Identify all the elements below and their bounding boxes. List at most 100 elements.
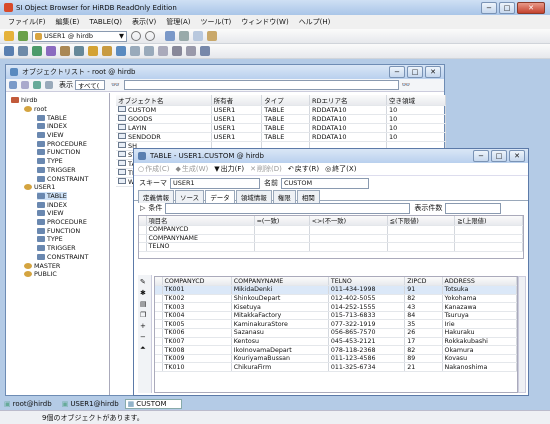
- table-cell[interactable]: [387, 242, 456, 252]
- table-cell[interactable]: RDDATA10: [309, 132, 388, 142]
- table-cell[interactable]: 011-123-4586: [328, 354, 406, 364]
- tree-item[interactable]: hirdb: [11, 96, 37, 105]
- column-header[interactable]: 項目名: [146, 216, 255, 226]
- tree-item[interactable]: TRIGGER: [37, 166, 76, 175]
- objwin-minimize-button[interactable]: −: [389, 66, 405, 78]
- table-cell[interactable]: Rokkakubashi: [442, 337, 517, 347]
- column-header[interactable]: TELNO: [328, 277, 406, 287]
- table-cell[interactable]: TK004: [162, 311, 232, 321]
- tree-item[interactable]: CONSTRAINT: [37, 253, 88, 262]
- table-cell[interactable]: [454, 225, 523, 235]
- column-header[interactable]: COMPANYNAME: [231, 277, 329, 287]
- copy-row-icon[interactable]: ❐: [140, 311, 149, 319]
- table-cell[interactable]: 82: [404, 294, 443, 304]
- table-row[interactable]: TK003 Kisetuya 014-252-1555 43 Kanazawa: [155, 302, 517, 312]
- tree-item[interactable]: VIEW: [37, 209, 64, 218]
- table-cell[interactable]: TABLE: [261, 132, 310, 142]
- taskbar-item-custom[interactable]: ▦ CUSTOM: [124, 398, 182, 409]
- table-cell[interactable]: IkoInovamaDepart: [231, 345, 329, 355]
- table-row[interactable]: SENDODR USER1 TABLE RDDATA10 10: [116, 132, 446, 142]
- table-row[interactable]: TK009 KouriyamaBussan 011-123-4586 89 Kovasu: [155, 354, 517, 364]
- table-cell[interactable]: [454, 234, 523, 244]
- tree-item[interactable]: PROCEDURE: [37, 140, 87, 149]
- table-cell[interactable]: 21: [404, 362, 443, 373]
- column-header[interactable]: =(一致): [254, 216, 310, 226]
- table-row[interactable]: GOODS USER1 TABLE RDDATA10 10: [116, 114, 446, 124]
- table-cell[interactable]: 014-252-1555: [328, 302, 406, 312]
- table-cell[interactable]: Kanazawa: [442, 302, 517, 312]
- table-cell[interactable]: TK002: [162, 294, 232, 304]
- table-cell[interactable]: LAYIN: [116, 123, 212, 133]
- taskbar-item-user1[interactable]: USER1@hirdb: [70, 400, 118, 408]
- table-cell[interactable]: USER1: [211, 132, 263, 142]
- tab-privileges[interactable]: 権限: [272, 190, 296, 203]
- find-next-icon[interactable]: 👓: [402, 81, 411, 89]
- menu-table[interactable]: TABLE(Q): [84, 18, 127, 26]
- list-view-icon[interactable]: [21, 81, 29, 89]
- tree-item[interactable]: USER1: [24, 183, 55, 192]
- play-icon[interactable]: ▷: [140, 204, 145, 212]
- binoculars-icon[interactable]: 👓: [111, 81, 120, 89]
- tree-item[interactable]: VIEW: [37, 131, 64, 140]
- output-button[interactable]: 出力(F): [221, 164, 245, 174]
- menu-tools[interactable]: ツール(T): [196, 17, 237, 27]
- tree-item[interactable]: INDEX: [37, 200, 67, 209]
- table-cell[interactable]: TABLE: [261, 123, 310, 133]
- column-header[interactable]: 空き領域: [386, 95, 446, 106]
- procedure-icon[interactable]: [46, 46, 56, 56]
- tree-item[interactable]: INDEX: [37, 122, 67, 131]
- table-row[interactable]: COMPANYCD: [139, 225, 523, 235]
- table-cell[interactable]: MikidaDenki: [231, 285, 329, 295]
- table-cell[interactable]: Okamura: [442, 345, 517, 355]
- table-cell[interactable]: Sazanasu: [231, 328, 329, 338]
- taskbar-item-root[interactable]: root@hirdb: [13, 400, 52, 408]
- table-cell[interactable]: TK007: [162, 337, 232, 347]
- table-cell[interactable]: 35: [404, 319, 443, 330]
- menu-window[interactable]: ウィンドウ(W): [236, 17, 293, 27]
- table-cell[interactable]: TELNO: [146, 242, 255, 252]
- user-admin-icon[interactable]: [102, 46, 112, 56]
- tablewin-close-button[interactable]: ✕: [509, 150, 525, 162]
- table-cell[interactable]: 10: [386, 105, 446, 115]
- export-icon[interactable]: [130, 46, 140, 56]
- table-row[interactable]: TELNO: [139, 242, 523, 252]
- back-button[interactable]: 戻す(R): [295, 164, 319, 174]
- tree-item[interactable]: root: [24, 105, 47, 114]
- table-cell[interactable]: [387, 234, 456, 244]
- count-input[interactable]: [445, 202, 502, 214]
- tablewin-minimize-button[interactable]: −: [473, 150, 489, 162]
- table-cell[interactable]: 078-118-2368: [328, 345, 406, 355]
- table-cell[interactable]: Hakuraku: [442, 328, 517, 338]
- tablewin-maximize-button[interactable]: □: [491, 150, 507, 162]
- insert-icon[interactable]: ▤: [140, 300, 149, 308]
- column-header[interactable]: ZIPCD: [404, 277, 443, 287]
- type-icon[interactable]: [74, 46, 84, 56]
- table-row[interactable]: TK002 ShinkouDepart 012-402-5055 82 Yokohama: [155, 294, 517, 304]
- window-icon[interactable]: [186, 46, 196, 56]
- table-cell[interactable]: [254, 234, 310, 244]
- table-cell[interactable]: USER1: [211, 114, 263, 124]
- column-header[interactable]: 所有者: [211, 95, 263, 106]
- menu-admin[interactable]: 管理(A): [161, 17, 195, 27]
- table-cell[interactable]: 84: [404, 311, 443, 321]
- table-cell[interactable]: Yokohama: [442, 294, 517, 304]
- tree-item[interactable]: TRIGGER: [37, 244, 76, 253]
- table-cell[interactable]: TK001: [162, 285, 232, 295]
- table-cell[interactable]: 056-865-7570: [328, 328, 406, 338]
- undo-icon[interactable]: [165, 31, 175, 41]
- table-cell[interactable]: SENDODR: [116, 132, 212, 142]
- tab-definition[interactable]: 定義情報: [138, 190, 174, 203]
- tree-item[interactable]: FUNCTION: [37, 227, 80, 236]
- table-cell[interactable]: 045-453-2121: [328, 337, 406, 347]
- table-cell[interactable]: CUSTOM: [116, 105, 212, 115]
- table-cell[interactable]: [387, 225, 456, 235]
- table-cell[interactable]: Irie: [442, 319, 517, 330]
- view-icon[interactable]: [32, 46, 42, 56]
- menu-edit[interactable]: 編集(E): [51, 17, 85, 27]
- name-field[interactable]: CUSTOM: [281, 177, 369, 189]
- tab-relation[interactable]: 相関: [296, 190, 320, 203]
- table-row[interactable]: COMPANYNAME: [139, 234, 523, 244]
- table-cell[interactable]: KouriyamaBussan: [231, 354, 329, 364]
- table-cell[interactable]: TK008: [162, 345, 232, 355]
- settings-icon[interactable]: [172, 46, 182, 56]
